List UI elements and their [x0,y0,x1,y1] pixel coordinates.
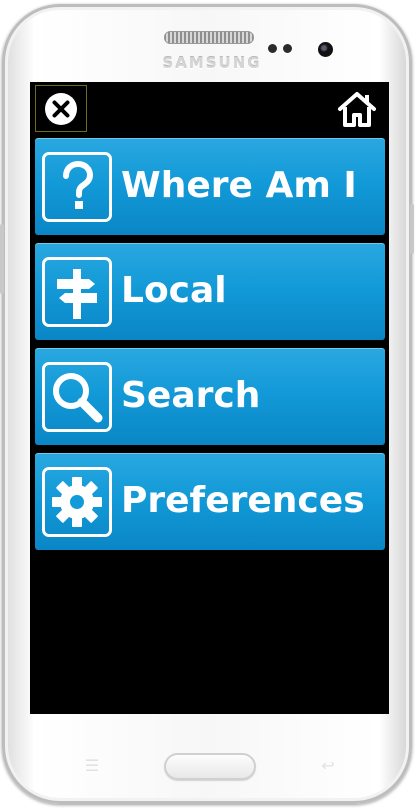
back-key-icon[interactable]: ↩ [314,757,342,775]
home-icon [338,92,376,127]
menu-key-icon[interactable]: ☰ [78,757,106,775]
menu-item-local[interactable]: Local [35,243,385,340]
menu-item-preferences[interactable]: Preferences [35,453,385,550]
hardware-home-key[interactable] [164,753,256,780]
front-camera [318,42,333,57]
earpiece-speaker [164,31,254,44]
device-brand: SAMSUNG [162,54,262,72]
menu-item-label: Where Am I [121,165,357,206]
menu-item-label: Local [121,270,227,311]
phone-frame: SAMSUNG Where Am I Local Search Preferen… [0,4,414,804]
signpost-icon [42,257,112,327]
main-menu: Where Am I Local Search Preferences [35,138,385,558]
app-screen: Where Am I Local Search Preferences [30,82,389,714]
menu-item-label: Search [121,375,261,416]
menu-item-where-am-i[interactable]: Where Am I [35,138,385,235]
proximity-sensor [268,44,277,53]
gear-icon [42,467,112,537]
light-sensor [283,44,292,53]
menu-item-label: Preferences [121,480,365,521]
volume-key [0,224,4,294]
power-key [410,204,414,254]
magnifier-icon [42,362,112,432]
close-circle-icon [45,92,77,125]
menu-item-search[interactable]: Search [35,348,385,445]
close-button[interactable] [35,85,87,132]
home-button[interactable] [335,87,379,131]
question-mark-icon [42,152,112,222]
